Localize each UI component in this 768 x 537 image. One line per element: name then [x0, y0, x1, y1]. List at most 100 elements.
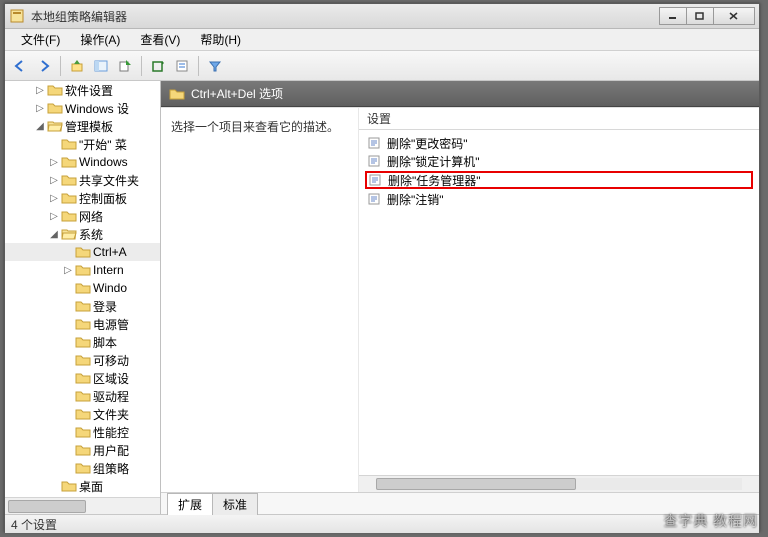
folder-icon — [61, 209, 77, 223]
tree-label: Windo — [93, 281, 127, 295]
tree-item[interactable]: 文件夹 — [5, 405, 160, 423]
menubar: 文件(F) 操作(A) 查看(V) 帮助(H) — [5, 29, 759, 51]
tree-label: 驱动程 — [93, 388, 129, 405]
tree-label: 系统 — [79, 226, 103, 243]
column-header-setting[interactable]: 设置 — [359, 108, 759, 130]
folder-icon — [75, 299, 91, 313]
folder-icon — [61, 227, 77, 241]
folder-icon — [47, 83, 63, 97]
tree-item[interactable]: 脚本 — [5, 333, 160, 351]
view-tabs: 扩展 标准 — [161, 492, 759, 514]
tree-pane: ▷ 软件设置 ▷ Windows 设◢管理模板"开始" 菜 ▷ Windows ▷共享文件夹… — [5, 81, 161, 514]
separator — [141, 56, 142, 76]
expand-icon[interactable]: ▷ — [33, 85, 47, 96]
tree-label: Windows 设 — [65, 100, 129, 117]
menu-help[interactable]: 帮助(H) — [190, 29, 251, 50]
expand-icon[interactable]: ▷ — [61, 265, 75, 276]
setting-item[interactable]: 删除"更改密码" — [365, 134, 753, 152]
expand-icon[interactable]: ▷ — [47, 193, 61, 204]
path-text: Ctrl+Alt+Del 选项 — [191, 85, 283, 102]
tab-standard[interactable]: 标准 — [212, 493, 258, 515]
window-title: 本地组策略编辑器 — [31, 8, 660, 25]
folder-icon — [169, 87, 185, 101]
tree-item[interactable]: Ctrl+A — [5, 243, 160, 261]
refresh-button[interactable] — [147, 55, 169, 77]
tree[interactable]: ▷ 软件设置 ▷ Windows 设◢管理模板"开始" 菜 ▷ Windows ▷共享文件夹… — [5, 81, 160, 497]
setting-label: 删除"更改密码" — [387, 135, 468, 152]
tree-item[interactable]: ◢管理模板 — [5, 117, 160, 135]
tree-label: 组策略 — [93, 460, 129, 477]
tree-item[interactable]: ◢ 系统 — [5, 225, 160, 243]
expand-icon[interactable]: ◢ — [33, 121, 47, 132]
tree-hscrollbar[interactable] — [5, 497, 160, 514]
expand-icon[interactable]: ▷ — [47, 211, 61, 222]
tree-item[interactable]: ▷ 软件设置 — [5, 81, 160, 99]
folder-icon — [75, 335, 91, 349]
tree-item[interactable]: ▷ Windows 设 — [5, 99, 160, 117]
folder-icon — [75, 371, 91, 385]
tree-label: Windows — [79, 155, 128, 169]
back-button[interactable] — [9, 55, 31, 77]
titlebar[interactable]: 本地组策略编辑器 — [5, 4, 759, 29]
show-hide-tree-button[interactable] — [90, 55, 112, 77]
tree-label: 桌面 — [79, 478, 103, 495]
tree-item[interactable]: ▷ Windows — [5, 153, 160, 171]
tree-label: 软件设置 — [65, 82, 113, 99]
menu-view[interactable]: 查看(V) — [130, 29, 190, 50]
tree-item[interactable]: 可移动 — [5, 351, 160, 369]
list-hscrollbar[interactable] — [359, 475, 759, 492]
tree-item[interactable]: Windo — [5, 279, 160, 297]
path-header: Ctrl+Alt+Del 选项 — [161, 81, 759, 107]
filter-button[interactable] — [204, 55, 226, 77]
statusbar: 4 个设置 — [5, 514, 759, 533]
forward-button[interactable] — [33, 55, 55, 77]
tree-item[interactable]: 组策略 — [5, 459, 160, 477]
tree-item[interactable]: 性能控 — [5, 423, 160, 441]
tree-label: 区域设 — [93, 370, 129, 387]
folder-icon — [75, 245, 91, 259]
up-button[interactable] — [66, 55, 88, 77]
status-text: 4 个设置 — [11, 516, 57, 533]
tree-label: 电源管 — [93, 316, 129, 333]
close-button[interactable] — [713, 7, 755, 25]
tree-label: 控制面板 — [79, 190, 127, 207]
export-button[interactable] — [114, 55, 136, 77]
tree-item[interactable]: ▷ 网络 — [5, 207, 160, 225]
folder-icon — [61, 137, 77, 151]
tree-item[interactable]: ▷Intern — [5, 261, 160, 279]
folder-icon — [75, 407, 91, 421]
setting-item[interactable]: 删除"锁定计算机" — [365, 152, 753, 170]
tree-label: 可移动 — [93, 352, 129, 369]
folder-icon — [75, 443, 91, 457]
expand-icon[interactable]: ◢ — [47, 229, 61, 240]
tree-item[interactable]: 区域设 — [5, 369, 160, 387]
tree-item[interactable]: 桌面 — [5, 477, 160, 495]
tree-item[interactable]: ▷共享文件夹 — [5, 171, 160, 189]
tree-item[interactable]: "开始" 菜 — [5, 135, 160, 153]
expand-icon[interactable]: ▷ — [47, 175, 61, 186]
tree-item[interactable]: 登录 — [5, 297, 160, 315]
tree-item[interactable]: 用户配 — [5, 441, 160, 459]
expand-icon[interactable]: ▷ — [33, 103, 47, 114]
description-text: 选择一个项目来查看它的描述。 — [171, 118, 348, 135]
maximize-button[interactable] — [686, 7, 714, 25]
folder-icon — [47, 101, 63, 115]
tree-item[interactable]: 驱动程 — [5, 387, 160, 405]
tree-item[interactable]: 电源管 — [5, 315, 160, 333]
folder-icon — [61, 155, 77, 169]
setting-item[interactable]: 删除"任务管理器" — [365, 171, 753, 189]
expand-icon[interactable]: ▷ — [47, 157, 61, 168]
tree-label: 性能控 — [93, 424, 129, 441]
properties-button[interactable] — [171, 55, 193, 77]
minimize-button[interactable] — [659, 7, 687, 25]
detail-area: 选择一个项目来查看它的描述。 设置 删除"更改密码"删除"锁定计算机"删除"任务… — [161, 107, 759, 492]
folder-icon — [75, 461, 91, 475]
setting-item[interactable]: 删除"注销" — [365, 190, 753, 208]
menu-file[interactable]: 文件(F) — [11, 29, 70, 50]
tab-extended[interactable]: 扩展 — [167, 493, 213, 515]
folder-icon — [61, 479, 77, 493]
app-window: 本地组策略编辑器 文件(F) 操作(A) 查看(V) 帮助(H) ▷ 软件设置 ▷ W… — [4, 3, 760, 532]
tree-label: 网络 — [79, 208, 103, 225]
menu-action[interactable]: 操作(A) — [70, 29, 130, 50]
tree-item[interactable]: ▷ 控制面板 — [5, 189, 160, 207]
